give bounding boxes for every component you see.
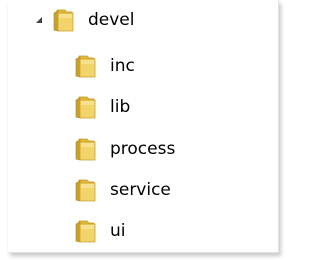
- folder-icon: [74, 177, 100, 203]
- tree-item-devel[interactable]: devel: [32, 2, 135, 38]
- folder-icon: [74, 136, 100, 162]
- explorer-panel: devel inc lib process service ui: [8, 0, 279, 253]
- tree-item-ui[interactable]: ui: [74, 213, 126, 249]
- tree-item-label: service: [110, 180, 171, 200]
- tree-item-service[interactable]: service: [74, 172, 171, 208]
- folder-tree: devel inc lib process service ui: [8, 0, 278, 252]
- expand-collapse-icon[interactable]: [32, 13, 46, 27]
- tree-item-inc[interactable]: inc: [74, 48, 135, 84]
- folder-icon: [74, 94, 100, 120]
- folder-icon: [74, 218, 100, 244]
- tree-item-lib[interactable]: lib: [74, 89, 130, 125]
- tree-item-label: ui: [110, 221, 126, 241]
- tree-item-label: devel: [88, 10, 135, 30]
- tree-item-process[interactable]: process: [74, 131, 175, 167]
- folder-icon: [74, 53, 100, 79]
- tree-item-label: lib: [110, 97, 131, 117]
- folder-icon: [52, 7, 78, 33]
- tree-item-label: inc: [110, 56, 135, 76]
- tree-item-label: process: [110, 139, 176, 159]
